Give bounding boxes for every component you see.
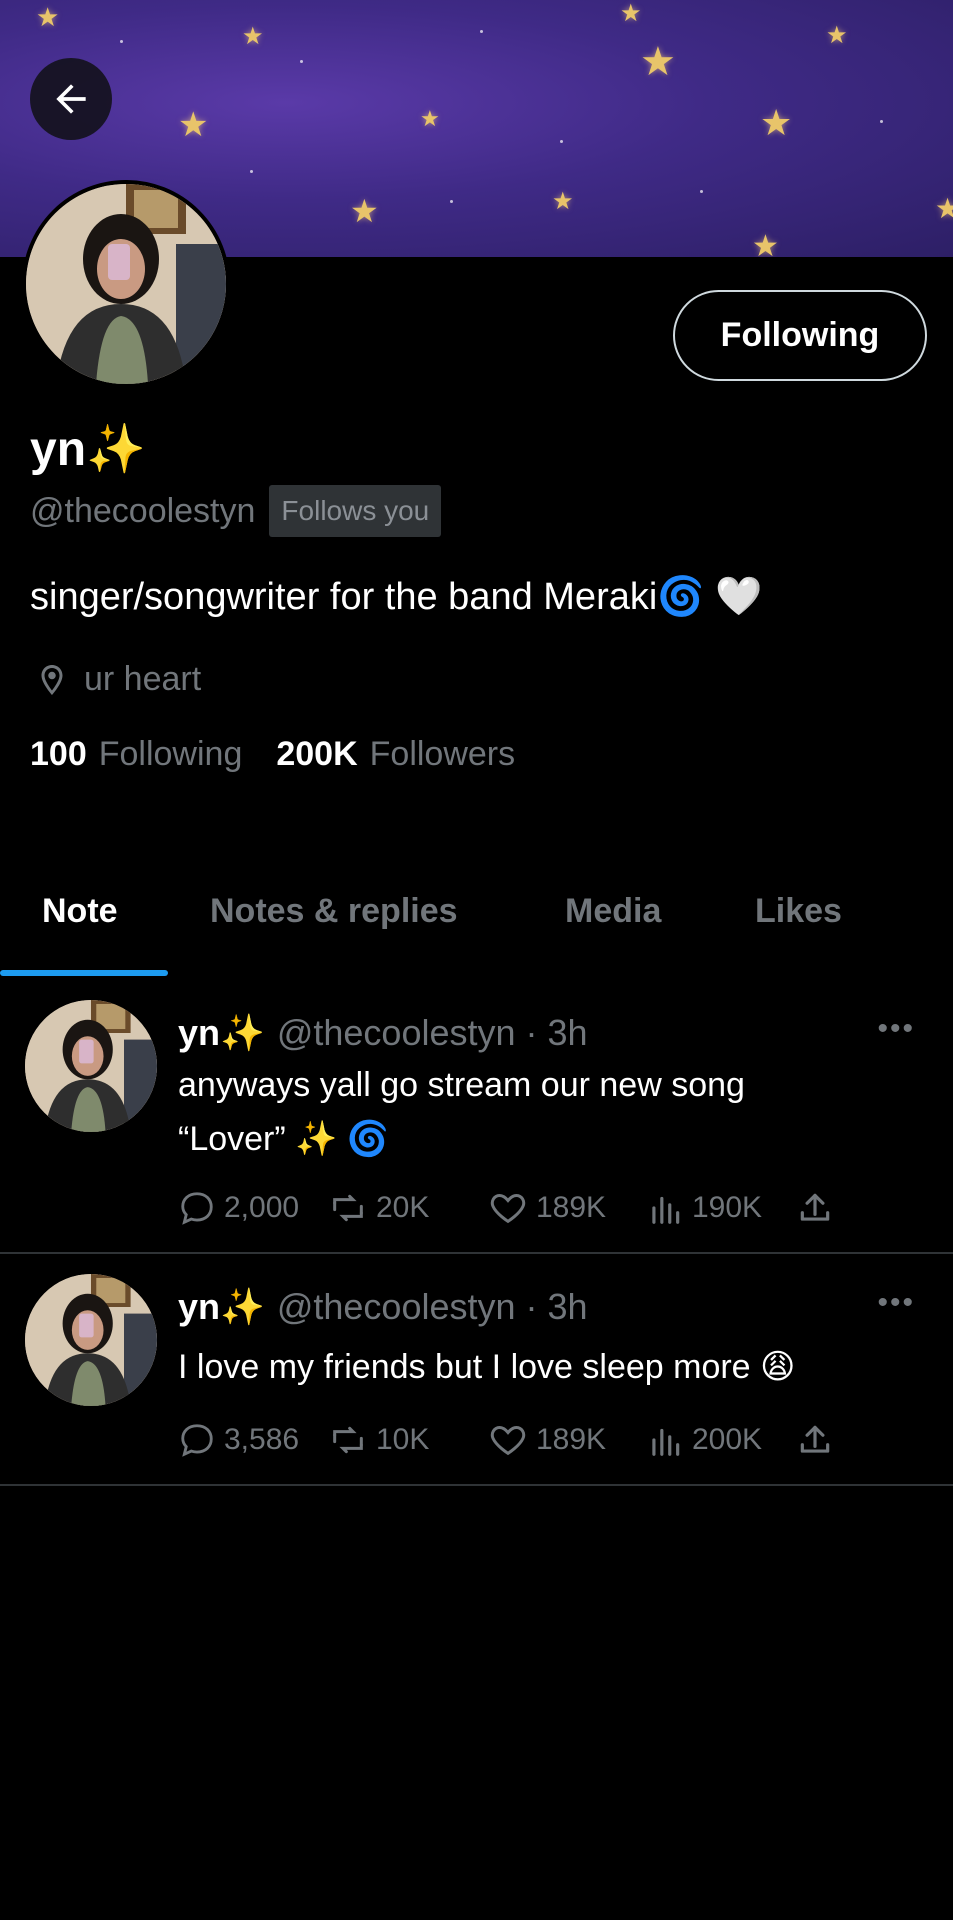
- reply-count: 2,000: [224, 1191, 300, 1224]
- repost-count: 20K: [376, 1191, 430, 1224]
- location-pin-icon: [41, 664, 63, 695]
- handle-row: @thecoolestyn Follows you: [30, 485, 442, 537]
- bio-text: singer/songwriter for the band Meraki🌀 🤍: [30, 576, 763, 618]
- arrow-left-icon: [56, 84, 86, 114]
- back-button[interactable]: [30, 58, 112, 140]
- heart-icon: [490, 1425, 526, 1456]
- repost-button[interactable]: 20K: [328, 1188, 488, 1228]
- post-avatar[interactable]: [25, 1274, 157, 1406]
- post-avatar[interactable]: [25, 1000, 157, 1132]
- followers-label[interactable]: Followers: [370, 735, 515, 774]
- tab-note[interactable]: Note: [42, 892, 118, 931]
- avatar-photo: [25, 1000, 157, 1132]
- post-header: yn✨ @thecoolestyn · 3h: [178, 1286, 588, 1328]
- views-chart-icon: [652, 1196, 680, 1224]
- sparkle-dot: [480, 30, 483, 33]
- like-count: 189K: [536, 1423, 607, 1456]
- more-options-icon[interactable]: •••: [877, 1012, 915, 1046]
- sparkle-dot: [250, 170, 253, 173]
- like-button[interactable]: 189K: [488, 1420, 646, 1460]
- sparkle-dot: [120, 40, 123, 43]
- active-tab-indicator: [0, 970, 168, 976]
- repost-icon: [333, 1194, 363, 1222]
- sparkle-dot: [700, 190, 703, 193]
- views-chart-icon: [652, 1428, 680, 1456]
- repost-icon: [333, 1426, 363, 1454]
- share-button[interactable]: [796, 1189, 834, 1227]
- post-text-line: anyways yall go stream our new song: [178, 1066, 745, 1104]
- sparkle-dot: [300, 60, 303, 63]
- share-icon: [800, 1193, 830, 1221]
- location-text: ur heart: [84, 660, 202, 698]
- profile-name: yn✨: [30, 423, 146, 476]
- share-icon: [800, 1425, 830, 1453]
- tab-notes-replies[interactable]: Notes & replies: [210, 892, 458, 931]
- views-button[interactable]: 200K: [646, 1421, 796, 1459]
- profile-avatar[interactable]: [22, 180, 230, 388]
- sparkle-dot: [880, 120, 883, 123]
- more-options-icon[interactable]: •••: [877, 1286, 915, 1320]
- star-decoration: ★: [420, 106, 440, 131]
- post-header: yn✨ @thecoolestyn · 3h: [178, 1012, 588, 1054]
- views-count: 190K: [692, 1191, 763, 1224]
- post-meta: @thecoolestyn · 3h: [276, 1012, 588, 1053]
- post-text-line: “Lover” ✨ 🌀: [178, 1120, 390, 1159]
- location-row: ur heart: [34, 660, 201, 699]
- star-decoration: ★: [640, 40, 676, 84]
- views-button[interactable]: 190K: [646, 1189, 796, 1227]
- reply-count: 3,586: [224, 1423, 300, 1456]
- followers-count[interactable]: 200K: [276, 735, 357, 774]
- following-button[interactable]: Following: [673, 290, 927, 381]
- sparkle-dot: [560, 140, 563, 143]
- star-decoration: ★: [552, 188, 574, 215]
- star-decoration: ★: [620, 0, 642, 27]
- post-actions: 2,000 20K 189K 190K: [178, 1188, 834, 1228]
- post-author-name[interactable]: yn✨: [178, 1012, 265, 1054]
- reply-icon: [181, 1424, 213, 1457]
- repost-button[interactable]: 10K: [328, 1420, 488, 1460]
- star-decoration: ★: [760, 102, 793, 143]
- star-decoration: ★: [350, 193, 379, 229]
- like-count: 189K: [536, 1191, 607, 1224]
- avatar-photo: [25, 1274, 157, 1406]
- post-text: anyways yall go stream our new song “Lov…: [178, 1058, 898, 1167]
- avatar-photo: [26, 184, 226, 384]
- star-decoration: ★: [752, 230, 779, 258]
- profile-tabs: Note Notes & replies Media Likes: [0, 870, 953, 980]
- repost-count: 10K: [376, 1423, 430, 1456]
- star-decoration: ★: [36, 2, 60, 32]
- post-meta: @thecoolestyn · 3h: [276, 1286, 588, 1327]
- post-actions: 3,586 10K 189K 200K: [178, 1420, 834, 1460]
- like-button[interactable]: 189K: [488, 1188, 646, 1228]
- follow-stats: 100 Following 200K Followers: [30, 735, 549, 774]
- sparkle-dot: [450, 200, 453, 203]
- follows-you-badge: Follows you: [269, 485, 442, 537]
- profile-bio: singer/songwriter for the band Meraki🌀 🤍: [30, 575, 762, 619]
- following-count[interactable]: 100: [30, 735, 87, 774]
- views-count: 200K: [692, 1423, 763, 1456]
- reply-button[interactable]: 2,000: [178, 1189, 328, 1227]
- heart-icon: [490, 1193, 526, 1224]
- tab-media[interactable]: Media: [565, 892, 661, 931]
- post-text: I love my friends but I love sleep more …: [178, 1340, 898, 1394]
- tab-likes[interactable]: Likes: [755, 892, 842, 931]
- post-author-name[interactable]: yn✨: [178, 1286, 265, 1328]
- star-decoration: ★: [242, 23, 264, 50]
- post[interactable]: yn✨ @thecoolestyn · 3h ••• I love my fri…: [0, 1256, 953, 1486]
- reply-icon: [181, 1192, 213, 1225]
- profile-handle: @thecoolestyn: [30, 491, 256, 530]
- star-decoration: ★: [826, 22, 848, 49]
- following-label[interactable]: Following: [99, 735, 243, 774]
- share-button[interactable]: [796, 1421, 834, 1459]
- post-text-line: I love my friends but I love sleep more …: [178, 1348, 796, 1386]
- star-decoration: ★: [178, 106, 209, 144]
- star-decoration: ★: [935, 193, 953, 224]
- post[interactable]: yn✨ @thecoolestyn · 3h ••• anyways yall …: [0, 980, 953, 1254]
- reply-button[interactable]: 3,586: [178, 1421, 328, 1459]
